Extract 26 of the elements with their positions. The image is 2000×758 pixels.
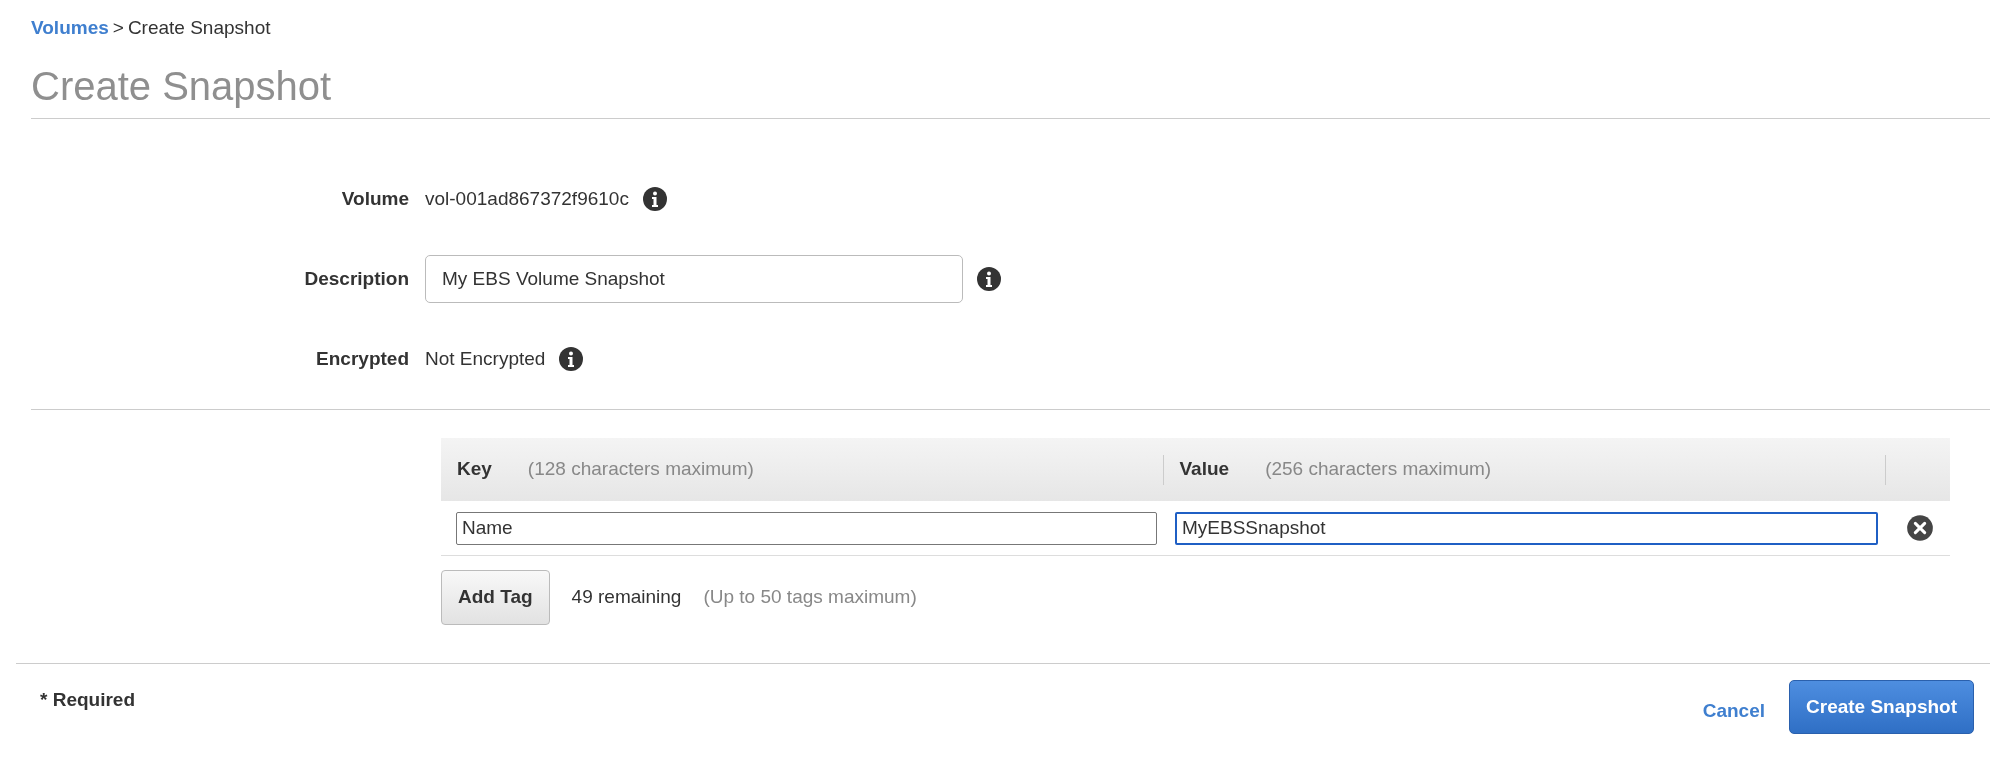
info-icon[interactable] <box>642 187 667 211</box>
create-snapshot-button[interactable]: Create Snapshot <box>1789 679 1974 734</box>
field-label: Encrypted <box>315 346 410 371</box>
remove-icon[interactable] <box>1906 514 1934 542</box>
column-header: Key <box>457 457 492 482</box>
field-value: vol-001ad867372f9610c <box>425 186 629 211</box>
field-label: Description <box>303 266 410 291</box>
tag-limit-note: (Up to 50 tags maximum) <box>703 585 917 609</box>
info-icon[interactable] <box>977 267 1001 291</box>
info-icon[interactable] <box>559 347 584 371</box>
add-tag-button[interactable]: Add Tag <box>441 570 550 625</box>
tag-value-field[interactable]: MyEBSSnapshot <box>1175 511 1878 545</box>
required-note: * Required <box>40 687 136 712</box>
breadcrumb-current: Create Snapshot <box>127 17 271 38</box>
page-title: Create Snapshot <box>31 56 1990 119</box>
description-field[interactable]: My EBS Volume Snapshot <box>425 255 963 303</box>
tag-key-field[interactable]: Name <box>456 511 1157 545</box>
column-hint: (128 characters maximum) <box>527 457 754 482</box>
remaining-count: 49 remaining <box>571 585 682 609</box>
breadcrumb-link[interactable]: Volumes <box>31 17 109 38</box>
breadcrumb-separator: > <box>112 17 124 38</box>
field-value: Not Encrypted <box>425 346 546 371</box>
field-label: Volume <box>340 186 410 211</box>
column-hint: (256 characters maximum) <box>1265 457 1492 482</box>
column-header: Value <box>1179 457 1230 482</box>
cancel-link[interactable]: Cancel <box>1702 688 1765 725</box>
